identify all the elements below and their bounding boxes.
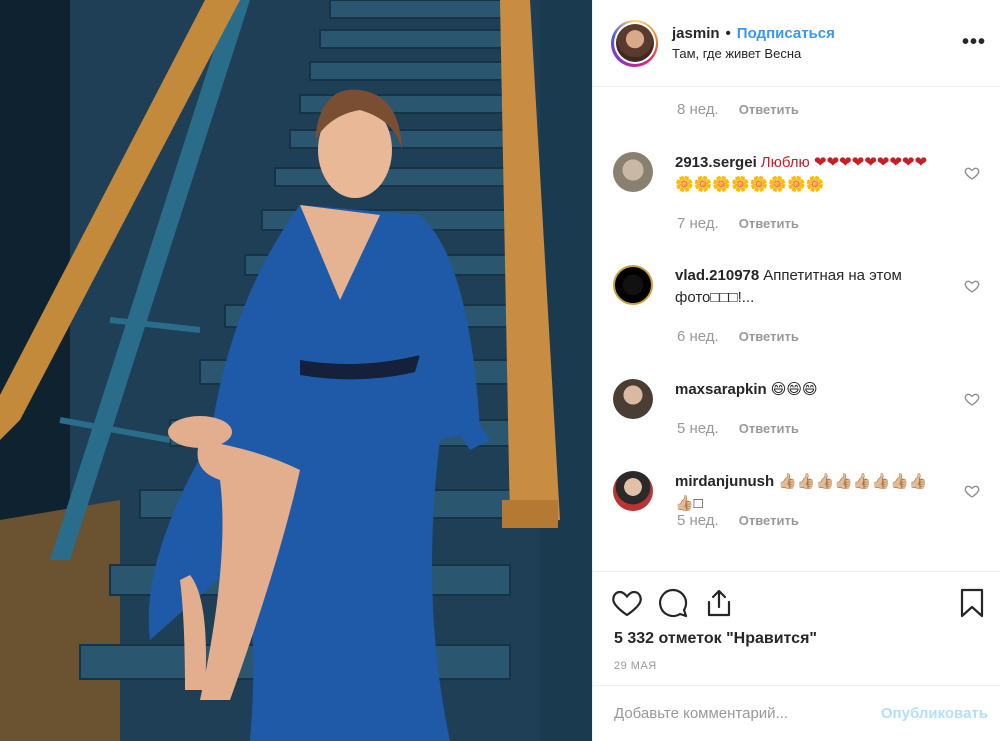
photo-illustration <box>0 0 592 741</box>
comment-time: 8 нед. <box>677 101 719 118</box>
comment-time: 6 нед. <box>677 328 719 345</box>
separator-dot: • <box>725 25 731 42</box>
comment-item: mirdanjunush 👍🏼👍🏼👍🏼👍🏼👍🏼👍🏼👍🏼👍🏼👍🏼□ <box>613 471 983 515</box>
commenter-avatar[interactable] <box>613 265 653 305</box>
reply-button[interactable]: Ответить <box>739 421 799 436</box>
comment-meta: 5 нед. Ответить <box>677 420 799 437</box>
like-comment-heart-icon[interactable] <box>964 483 980 499</box>
commenter-username[interactable]: vlad.210978 <box>675 267 759 284</box>
publish-button[interactable]: Опубликовать <box>881 705 988 722</box>
share-icon[interactable] <box>703 587 735 619</box>
post-header: jasmin • Подписаться Там, где живет Весн… <box>593 0 1000 87</box>
commenter-avatar[interactable] <box>613 152 653 192</box>
comment-meta: 5 нед. Ответить <box>677 512 799 529</box>
reply-button[interactable]: Ответить <box>739 329 799 344</box>
comment-item: maxsarapkin 😄😄😄 <box>613 379 983 419</box>
comment-text: vlad.210978 Аппетитная на этом фото□□□!..… <box>675 265 945 309</box>
comment-item: vlad.210978 Аппетитная на этом фото□□□!..… <box>613 265 983 309</box>
comment-meta: 7 нед. Ответить <box>677 215 799 232</box>
like-comment-heart-icon[interactable] <box>964 165 980 181</box>
comment-bubble-icon[interactable] <box>657 587 689 619</box>
reply-button[interactable]: Ответить <box>739 513 799 528</box>
avatar-photo <box>615 24 654 62</box>
commenter-username[interactable]: 2913.sergei <box>675 154 757 171</box>
like-comment-heart-icon[interactable] <box>964 391 980 407</box>
like-comment-heart-icon[interactable] <box>964 278 980 294</box>
add-comment-bar: Опубликовать <box>593 685 1000 741</box>
commenter-username[interactable]: mirdanjunush <box>675 473 774 490</box>
comment-time: 5 нед. <box>677 512 719 529</box>
post-sidebar: jasmin • Подписаться Там, где живет Весн… <box>592 0 1000 741</box>
comment-meta: 8 нед. Ответить <box>677 101 799 118</box>
comment-input[interactable] <box>614 705 881 722</box>
follow-button[interactable]: Подписаться <box>737 25 835 42</box>
comment-item: 2913.sergei Люблю ❤❤❤❤❤❤❤❤❤🌼🌼🌼🌼🌼🌼🌼🌼 <box>613 152 983 196</box>
likes-count[interactable]: 5 332 отметок "Нравится" <box>614 630 817 648</box>
like-heart-icon[interactable] <box>611 587 643 619</box>
comments-list[interactable]: 8 нед. Ответить 2913.sergei Люблю ❤❤❤❤❤❤❤… <box>593 87 1000 571</box>
comment-time: 7 нед. <box>677 215 719 232</box>
reply-button[interactable]: Ответить <box>739 216 799 231</box>
commenter-avatar[interactable] <box>613 379 653 419</box>
bookmark-icon[interactable] <box>956 587 988 619</box>
comment-time: 5 нед. <box>677 420 719 437</box>
author-avatar[interactable] <box>611 19 658 67</box>
post-photo[interactable] <box>0 0 592 741</box>
reply-button[interactable]: Ответить <box>739 102 799 117</box>
more-options-icon[interactable]: ••• <box>962 32 986 52</box>
commenter-username[interactable]: maxsarapkin <box>675 381 767 398</box>
post-actions: 5 332 отметок "Нравится" 29 МАЯ Опублико… <box>593 571 1000 741</box>
commenter-avatar[interactable] <box>613 471 653 511</box>
author-username[interactable]: jasmin <box>672 25 720 42</box>
comment-text: 2913.sergei Люблю ❤❤❤❤❤❤❤❤❤🌼🌼🌼🌼🌼🌼🌼🌼 <box>675 152 945 196</box>
comment-text: mirdanjunush 👍🏼👍🏼👍🏼👍🏼👍🏼👍🏼👍🏼👍🏼👍🏼□ <box>675 471 945 515</box>
comment-content: 😄😄😄 <box>770 381 818 398</box>
comment-meta: 6 нед. Ответить <box>677 328 799 345</box>
post-location[interactable]: Там, где живет Весна <box>672 46 835 61</box>
instagram-post: jasmin • Подписаться Там, где живет Весн… <box>0 0 1000 741</box>
post-date[interactable]: 29 МАЯ <box>614 660 657 672</box>
comment-text: maxsarapkin 😄😄😄 <box>675 379 945 419</box>
